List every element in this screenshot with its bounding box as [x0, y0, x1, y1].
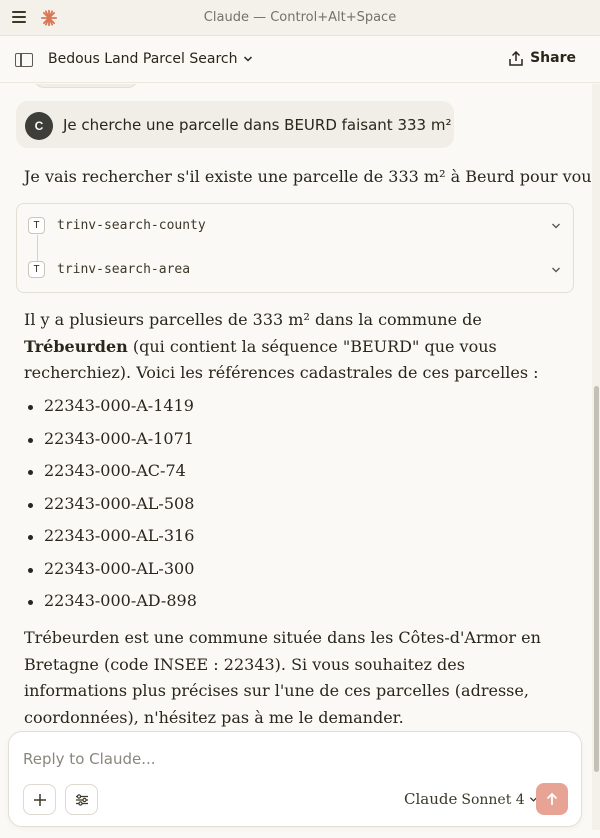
user-message-text: Je cherche une parcelle dans BEURD faisa…	[63, 116, 452, 134]
window-title: Claude — Control+Alt+Space	[203, 10, 397, 25]
tool-icon: T	[28, 261, 45, 278]
share-label: Share	[530, 50, 576, 66]
list-item: 22343-000-AL-508	[24, 493, 197, 526]
commune-name: Trébeurden	[24, 336, 128, 356]
window-titlebar: Claude — Control+Alt+Space	[0, 0, 600, 36]
list-item: 22343-000-AL-316	[24, 525, 197, 558]
tune-icon	[75, 793, 88, 806]
avatar: C	[25, 112, 53, 140]
list-item: 22343-000-AD-898	[24, 590, 197, 623]
list-item: 22343-000-AC-74	[24, 460, 197, 493]
chat-title-dropdown[interactable]: Bedous Land Parcel Search	[48, 51, 253, 67]
share-icon	[509, 50, 523, 66]
list-item: 22343-000-A-1071	[24, 428, 197, 461]
tools-settings-button[interactable]	[65, 784, 98, 815]
add-content-button[interactable]	[23, 784, 56, 815]
scrollbar-thumb[interactable]	[594, 386, 599, 772]
chat-header: Bedous Land Parcel Search Share	[0, 37, 600, 83]
plus-icon	[33, 793, 46, 806]
chevron-down-icon	[552, 223, 560, 229]
chat-title: Bedous Land Parcel Search	[48, 51, 238, 67]
assistant-results-text: Il y a plusieurs parcelles de 333 m² dan…	[24, 307, 544, 387]
conversation-area: C Je cherche une parcelle dans BEURD fai…	[0, 84, 592, 730]
tool-call-county[interactable]: T trinv-search-county	[17, 211, 573, 241]
arrow-up-icon	[546, 792, 558, 805]
chevron-down-icon	[552, 267, 560, 273]
assistant-conclusion: Trébeurden est une commune située dans l…	[24, 628, 541, 727]
model-brand: Claude	[404, 790, 458, 808]
parcel-list: 22343-000-A-1419 22343-000-A-1071 22343-…	[24, 395, 197, 623]
list-item: 22343-000-A-1419	[24, 395, 197, 428]
results-text-start: Il y a plusieurs parcelles de 333 m² dan…	[24, 310, 482, 329]
user-message: C Je cherche une parcelle dans BEURD fai…	[16, 101, 454, 148]
tool-icon: T	[28, 217, 45, 234]
tool-call-area[interactable]: T trinv-search-area	[17, 255, 573, 285]
chevron-down-icon	[244, 56, 253, 62]
assistant-intro: Je vais rechercher s'il existe une parce…	[24, 167, 592, 186]
model-name: Sonnet 4	[461, 792, 525, 808]
tool-calls-panel: T trinv-search-county T trinv-search-are…	[16, 203, 574, 293]
reply-composer: Claude Sonnet 4	[8, 731, 582, 827]
reply-input[interactable]	[23, 746, 563, 772]
tool-name: trinv-search-area	[57, 262, 191, 277]
sidebar-toggle-icon[interactable]	[15, 53, 33, 67]
tool-name: trinv-search-county	[57, 218, 206, 233]
share-button[interactable]: Share	[509, 50, 576, 66]
previous-message-edge	[34, 84, 138, 88]
model-selector[interactable]: Claude Sonnet 4	[404, 790, 538, 808]
send-button[interactable]	[536, 783, 568, 815]
list-item: 22343-000-AL-300	[24, 558, 197, 591]
